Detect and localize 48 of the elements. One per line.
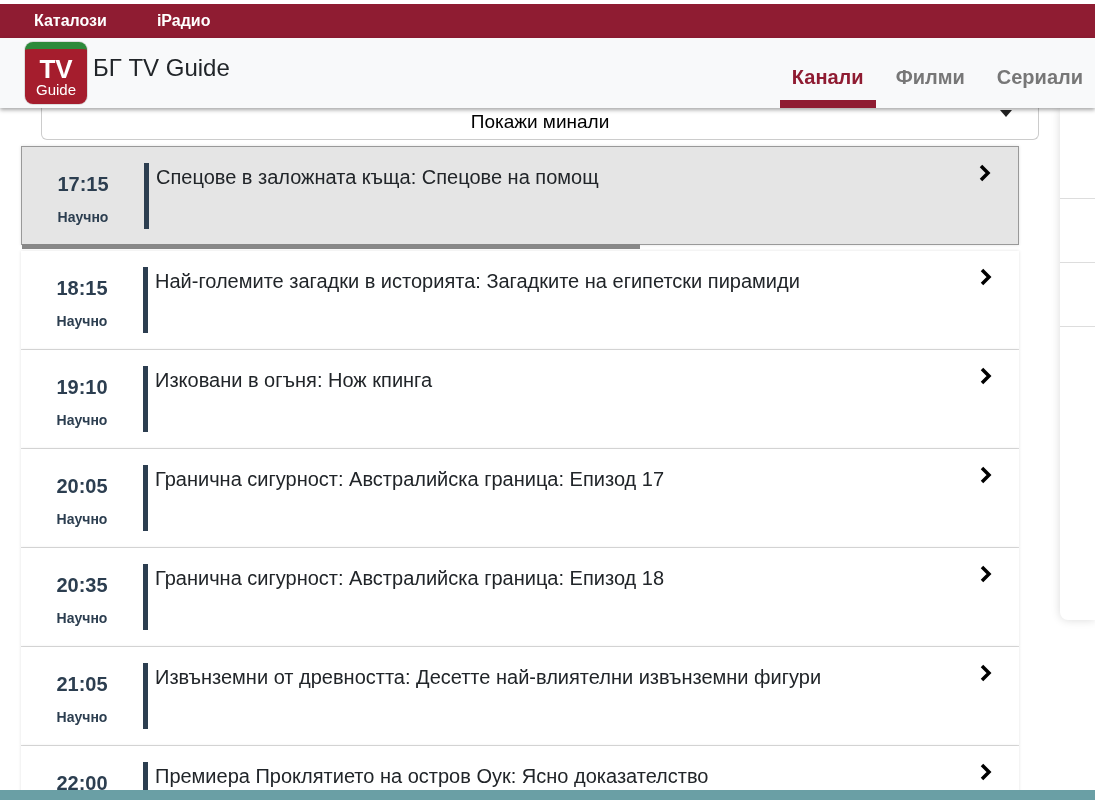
accent-bar (144, 163, 149, 229)
program-row[interactable]: 18:15 Научно Най-големите загадки в историята: Загадките на египетски пирамиди (21, 251, 1019, 350)
chevron-right-icon (979, 465, 993, 485)
program-title: Изковани в огъня: Нож кпинга (154, 368, 434, 392)
program-title: Най-големите загадки в историята: Загадките на египетски пирамиди (154, 269, 801, 293)
category-label: Научно (56, 411, 108, 430)
chevron-right-icon (979, 267, 993, 287)
nav-link[interactable]: Каталози (34, 9, 107, 33)
chevron-right-icon (979, 366, 993, 386)
logo-text: TV (39, 56, 73, 82)
chevron-right-icon (979, 663, 993, 683)
category-label: Научно (56, 609, 108, 628)
logo[interactable]: TV Guide (25, 42, 87, 104)
program-title: Премиера Проклятието на остров Оук: Ясно доказателство (154, 764, 710, 788)
program-row[interactable]: 19:10 Научно Изковани в огъня: Нож кпинга (21, 350, 1019, 449)
chevron-right-icon (979, 564, 993, 584)
time-label: 21:05 (56, 672, 108, 697)
accent-bar (143, 465, 148, 531)
nav-link[interactable]: iРадио (156, 9, 211, 33)
program-row[interactable]: 20:35 Научно Гранична сигурност: Австралийска граница: Епизод 18 (21, 548, 1019, 647)
chevron-right-icon (978, 163, 992, 183)
time-label: 17:15 (57, 172, 109, 197)
program-title: Гранична сигурност: Австралийска граница: Епизод 17 (154, 467, 666, 491)
show-past-button[interactable]: Покажи минали (41, 108, 1039, 140)
accent-bar (143, 366, 148, 432)
program-title: Извънземни от древността: Десетте най-влиятелни извънземни фигури (154, 665, 823, 689)
program-title: Гранична сигурност: Австралийска граница: Епизод 18 (154, 566, 666, 590)
time-label: 18:15 (56, 276, 108, 301)
category-label: Научно (56, 510, 108, 529)
nav-tab[interactable]: Сериали (984, 38, 1095, 108)
program-row[interactable]: 21:05 Научно Извънземни от древността: Десетте най-влиятелни извънземни фигури (21, 647, 1019, 746)
site-title: БГ TV Guide (93, 53, 230, 83)
accent-bar (143, 663, 148, 729)
time-label: 20:05 (56, 474, 108, 499)
accent-bar (143, 564, 148, 630)
time-label: 20:35 (56, 573, 108, 598)
nav-tab[interactable]: Филми (883, 38, 977, 108)
category-label: Научно (56, 312, 108, 331)
caret-icon (1000, 110, 1012, 117)
time-label: 22:00 (56, 771, 108, 794)
program-row[interactable]: 20:05 Научно Гранична сигурност: Австралийска граница: Епизод 17 (21, 449, 1019, 548)
chevron-right-icon (979, 762, 993, 782)
category-label: Научно (56, 708, 108, 727)
category-label: Научно (57, 208, 109, 227)
time-label: 19:10 (56, 375, 108, 400)
logo-text: Guide (36, 82, 76, 97)
program-title: Спецове в заложната къща: Спецове на помощ (155, 165, 600, 189)
accent-bar (143, 267, 148, 333)
